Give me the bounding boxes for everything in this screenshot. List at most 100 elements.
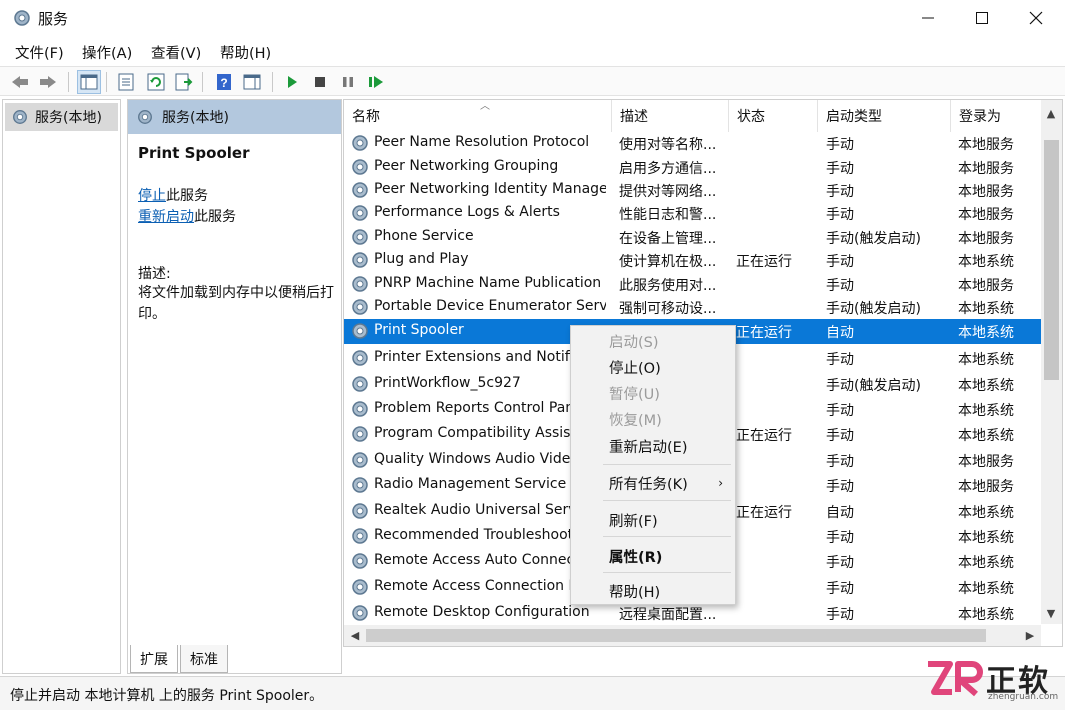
service-description: 此服务使用对... [619, 278, 717, 294]
start-service-button[interactable] [280, 70, 304, 94]
service-status: 正在运行 [736, 505, 792, 521]
ctx-properties[interactable]: 属性(R) [571, 544, 735, 568]
menu-action[interactable]: 操作(A) [82, 42, 132, 63]
vertical-scroll-thumb[interactable] [1044, 140, 1059, 380]
column-header-logon-as[interactable]: 登录为 [951, 100, 1042, 132]
show-hide-button[interactable] [240, 70, 264, 94]
service-row[interactable]: Portable Device Enumerator Service 强制可移动设… [344, 295, 1042, 320]
service-startup-type: 手动 [826, 454, 854, 470]
pane-header-label: 服务(本地) [162, 110, 229, 126]
properties-button[interactable] [114, 70, 138, 94]
service-row[interactable]: Peer Networking Identity Manager 提供对等网络..… [344, 178, 1042, 203]
service-startup-type: 手动 [826, 352, 854, 368]
pane-header: 服务(本地) [128, 100, 341, 134]
ctx-stop[interactable]: 停止(O) [571, 355, 735, 379]
close-button[interactable] [1008, 0, 1064, 36]
horizontal-scrollbar[interactable]: ◀ ▶ [344, 625, 1041, 646]
scroll-down-icon[interactable]: ▼ [1042, 604, 1060, 622]
service-gear-icon [350, 603, 370, 623]
pause-service-button[interactable] [336, 70, 360, 94]
properties-icon [118, 73, 134, 91]
menu-item-label: 停止(O) [609, 360, 661, 377]
close-icon [1029, 11, 1043, 25]
refresh-icon [147, 73, 165, 91]
play-icon [288, 76, 297, 88]
resume-icon [369, 76, 383, 88]
gear-icon [13, 110, 27, 124]
menu-help[interactable]: 帮助(H) [220, 42, 271, 63]
service-row[interactable]: Plug and Play 使计算机在极... 正在运行 手动 本地系统 [344, 248, 1042, 273]
restart-link-row: 重新启动此服务 [138, 206, 236, 226]
help-button[interactable]: ? [212, 70, 236, 94]
vertical-scrollbar[interactable]: ▲ ▼ [1041, 100, 1062, 624]
service-gear-icon [350, 297, 370, 317]
service-logon-as: 本地系统 [958, 581, 1014, 597]
column-header-description[interactable]: 描述 [612, 100, 729, 132]
service-startup-type: 手动 [826, 607, 854, 623]
scroll-left-icon[interactable]: ◀ [346, 626, 364, 644]
service-gear-icon [350, 526, 370, 546]
tab-standard[interactable]: 标准 [180, 645, 228, 673]
title-bar: 服务 [0, 0, 1065, 36]
export-list-button[interactable] [172, 70, 196, 94]
ctx-all-tasks[interactable]: 所有任务(K) › [571, 471, 735, 495]
refresh-button[interactable] [144, 70, 168, 94]
restart-service-link[interactable]: 重新启动 [138, 209, 194, 225]
service-logon-as: 本地系统 [958, 254, 1014, 270]
maximize-button[interactable] [954, 0, 1010, 36]
service-gear-icon [350, 551, 370, 571]
restart-service-button[interactable] [364, 70, 388, 94]
column-label: 状态 [737, 109, 765, 125]
menu-item-label: 刷新(F) [609, 513, 658, 530]
minimize-button[interactable] [900, 0, 956, 36]
service-startup-type: 手动(触发启动) [826, 301, 921, 317]
column-header-name[interactable]: 名称 ︿ [344, 100, 612, 132]
service-startup-type: 手动 [826, 530, 854, 546]
help-icon: ? [217, 74, 231, 90]
stop-service-link[interactable]: 停止 [138, 188, 166, 204]
service-row[interactable]: Performance Logs & Alerts 性能日志和警... 手动 本地服务 [344, 201, 1042, 226]
tree-item-local-services[interactable]: 服务(本地) [5, 103, 118, 131]
menu-item-label: 帮助(H) [609, 584, 661, 601]
scroll-right-icon[interactable]: ▶ [1021, 626, 1039, 644]
menu-separator [603, 536, 731, 537]
service-logon-as: 本地系统 [958, 325, 1014, 341]
ctx-refresh[interactable]: 刷新(F) [571, 508, 735, 532]
column-header-startup-type[interactable]: 启动类型 [818, 100, 951, 132]
restart-link-suffix: 此服务 [194, 209, 236, 225]
service-gear-icon [350, 321, 370, 341]
service-gear-icon [350, 250, 370, 270]
menu-view[interactable]: 查看(V) [151, 42, 201, 63]
service-gear-icon [350, 203, 370, 223]
service-startup-type: 手动 [826, 254, 854, 270]
service-startup-type: 手动 [826, 137, 854, 153]
horizontal-scroll-thumb[interactable] [366, 629, 986, 642]
service-row[interactable]: Peer Networking Grouping 启用多方通信... 手动 本地服务 [344, 155, 1042, 180]
back-button[interactable] [8, 70, 32, 94]
menu-item-label: 暂停(U) [609, 386, 660, 403]
service-row[interactable]: Peer Name Resolution Protocol 使用对等名称... 手动… [344, 131, 1042, 156]
service-description: 使用对等名称... [619, 137, 717, 153]
service-row[interactable]: PNRP Machine Name Publication Se 此服务使用对..… [344, 272, 1042, 297]
menu-file[interactable]: 文件(F) [15, 42, 64, 63]
stop-service-button[interactable] [308, 70, 332, 94]
service-title: Print Spooler [138, 144, 250, 162]
toolbar: ? [0, 66, 1065, 96]
menu-bar: 文件(F) 操作(A) 查看(V) 帮助(H) [0, 38, 1065, 64]
menu-item-label: 启动(S) [609, 334, 659, 351]
service-logon-as: 本地系统 [958, 378, 1014, 394]
tab-extended[interactable]: 扩展 [130, 645, 178, 673]
console-tree-button[interactable] [77, 70, 101, 94]
service-gear-icon [350, 374, 370, 394]
column-label: 启动类型 [826, 109, 882, 125]
ctx-restart[interactable]: 重新启动(E) [571, 434, 735, 458]
scroll-up-icon[interactable]: ▲ [1042, 104, 1060, 122]
service-row[interactable]: Phone Service 在设备上管理... 手动(触发启动) 本地服务 [344, 225, 1042, 250]
forward-button[interactable] [36, 70, 60, 94]
column-header-status[interactable]: 状态 [729, 100, 818, 132]
service-logon-as: 本地服务 [958, 231, 1014, 247]
ctx-help[interactable]: 帮助(H) [571, 579, 735, 603]
service-description: 性能日志和警... [619, 207, 717, 223]
service-gear-icon [350, 227, 370, 247]
service-gear-icon [350, 157, 370, 177]
